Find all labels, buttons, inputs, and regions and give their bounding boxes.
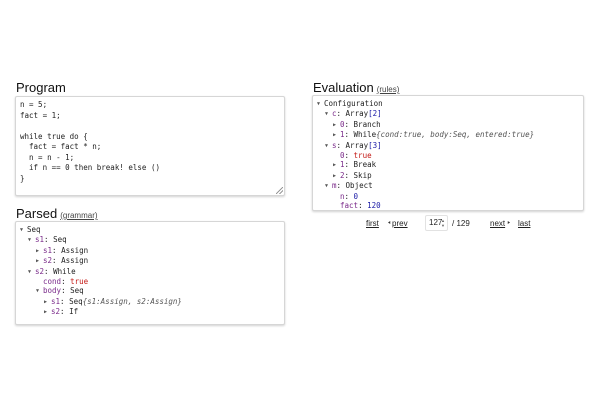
triangle-down-icon[interactable]: ▼ — [28, 268, 35, 277]
triangle-right-icon[interactable]: ▶ — [333, 131, 340, 140]
program-editor[interactable]: n = 5; fact = 1; while true do { fact = … — [15, 96, 285, 196]
parsed-title: Parsed (grammar) — [16, 206, 98, 221]
triangle-down-icon[interactable]: ▼ — [325, 142, 332, 151]
tree-node-s2[interactable]: ▼ s2: While — [20, 267, 280, 277]
parsed-tree-panel: ▼ Seq ▼ s1: Seq ▶ s1: Assign ▶ s2: Assign ▼ s… — [15, 221, 285, 325]
triangle-right-icon[interactable]: ▶ — [44, 308, 51, 317]
chevron-right-icon — [507, 221, 510, 224]
triangle-right-icon[interactable]: ▶ — [333, 172, 340, 181]
step-total: / 129 — [452, 219, 470, 228]
prev-link[interactable]: prev — [392, 219, 408, 228]
tree-node-s1-s2[interactable]: ▶ s2: Assign — [20, 256, 280, 266]
triangle-down-icon[interactable]: ▼ — [20, 226, 27, 235]
program-title-text: Program — [16, 80, 66, 95]
tree-node-m[interactable]: ▼ m: Object — [317, 181, 579, 191]
tree-node-s1-s1[interactable]: ▶ s1: Assign — [20, 246, 280, 256]
triangle-down-icon[interactable]: ▼ — [36, 287, 43, 296]
triangle-down-icon[interactable]: ▼ — [317, 100, 324, 109]
next-link[interactable]: next — [490, 219, 505, 228]
tree-node-cond: cond: true — [43, 277, 89, 287]
tree-node-body-s1[interactable]: ▶ s1: Seq{s1:Assign, s2:Assign} — [20, 297, 280, 307]
parsed-title-text: Parsed — [16, 206, 58, 221]
tree-node-fact: fact: 120 — [340, 201, 381, 211]
tree-node-body[interactable]: ▼ body: Seq — [20, 286, 280, 296]
spinner-arrows-icon[interactable]: ▲ ▼ — [441, 218, 445, 228]
tree-node-s1[interactable]: ▼ s1: Seq — [20, 235, 280, 245]
tree-node-c1[interactable]: ▶ 1: While{cond:true, body:Seq, entered:t… — [317, 130, 579, 140]
resize-handle-icon[interactable] — [276, 187, 283, 194]
step-number-input[interactable]: 127 ▲ ▼ — [425, 215, 448, 231]
triangle-down-icon[interactable]: ▼ — [325, 182, 332, 191]
triangle-down-icon[interactable]: ▼ — [325, 110, 332, 119]
step-navigation: first prev 127 ▲ ▼ / 129 next last — [360, 214, 540, 234]
tree-node-configuration[interactable]: ▼ Configuration — [317, 99, 579, 109]
tree-node-c0[interactable]: ▶ 0: Branch — [317, 120, 579, 130]
tree-node-body-s2[interactable]: ▶ s2: If — [20, 307, 280, 317]
triangle-down-icon[interactable]: ▼ — [28, 236, 35, 245]
tree-node-s2[interactable]: ▶ 2: Skip — [317, 171, 579, 181]
triangle-right-icon[interactable]: ▶ — [333, 121, 340, 130]
evaluation-title: Evaluation (rules) — [313, 80, 399, 95]
grammar-link[interactable]: (grammar) — [60, 211, 97, 220]
triangle-right-icon[interactable]: ▶ — [44, 298, 51, 307]
evaluation-tree-panel: ▼ Configuration ▼ c: Array[2] ▶ 0: Branch ▶… — [312, 95, 584, 211]
chevron-left-icon — [388, 221, 391, 224]
program-title: Program — [16, 80, 66, 95]
triangle-right-icon[interactable]: ▶ — [36, 247, 43, 256]
evaluation-title-text: Evaluation — [313, 80, 374, 95]
last-link[interactable]: last — [518, 219, 530, 228]
tree-node-c[interactable]: ▼ c: Array[2] — [317, 109, 579, 119]
first-link[interactable]: first — [366, 219, 379, 228]
parsed-tree: ▼ Seq ▼ s1: Seq ▶ s1: Assign ▶ s2: Assign ▼ s… — [16, 222, 284, 321]
program-code[interactable]: n = 5; fact = 1; while true do { fact = … — [16, 97, 284, 187]
tree-node-s0: 0: true — [340, 151, 372, 161]
rules-link[interactable]: (rules) — [377, 85, 400, 94]
tree-node-s1[interactable]: ▶ 1: Break — [317, 160, 579, 170]
tree-node-s[interactable]: ▼ s: Array[3] — [317, 141, 579, 151]
evaluation-tree: ▼ Configuration ▼ c: Array[2] ▶ 0: Branch ▶… — [313, 96, 583, 213]
tree-node-n: n: 0 — [340, 191, 359, 201]
tree-node-root[interactable]: ▼ Seq — [20, 225, 280, 235]
triangle-right-icon[interactable]: ▶ — [333, 161, 340, 170]
triangle-right-icon[interactable]: ▶ — [36, 257, 43, 266]
